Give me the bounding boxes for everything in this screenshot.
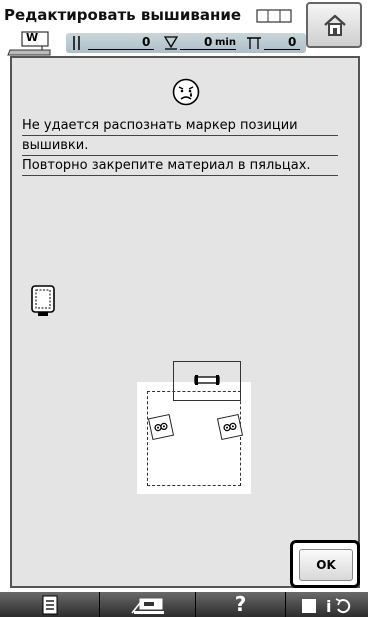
- error-line-1: Не удается распознать маркер позиции: [22, 116, 338, 136]
- presser-foot-label: W: [26, 31, 39, 44]
- header: Редактировать вышивание W 0 0 min 0: [0, 0, 368, 56]
- stitch-count-value: 0: [142, 35, 151, 49]
- home-button[interactable]: [306, 2, 362, 48]
- time-unit: min: [215, 37, 236, 48]
- sewing-guide-button[interactable]: [0, 592, 100, 617]
- error-message: Не удается распознать маркер позиции выш…: [22, 116, 338, 176]
- error-line-2: вышивки.: [22, 136, 338, 156]
- time-icon: [164, 36, 178, 50]
- ok-button-label: OK: [299, 549, 353, 581]
- position-marker-left: [147, 413, 175, 441]
- scanner-bar-icon: [194, 375, 220, 385]
- time-value: 0: [204, 35, 213, 49]
- stitch-counter-bar: 0 0 min 0: [66, 33, 306, 53]
- stitch-underline: [88, 49, 154, 50]
- help-label: ?: [234, 592, 247, 616]
- sewing-machine-icon: [131, 598, 164, 614]
- svg-text:i: i: [326, 597, 331, 615]
- help-button[interactable]: ?: [196, 592, 286, 617]
- home-icon: [324, 14, 346, 36]
- hoop-size-icon: [256, 9, 292, 23]
- bottom-toolbar: ? i: [0, 592, 368, 617]
- position-marker-right: [216, 413, 244, 441]
- ok-button[interactable]: OK: [290, 540, 360, 588]
- color-underline: [264, 49, 300, 50]
- info-icon: i: [302, 597, 351, 615]
- time-underline: [180, 49, 236, 50]
- position-marker-icon: [223, 422, 237, 432]
- stitch-count-icon: [73, 36, 80, 50]
- document-icon: [42, 595, 58, 615]
- embroidery-frame-icon: [31, 285, 55, 316]
- error-line-3: Повторно закрепите материал в пяльцах.: [22, 156, 338, 176]
- color-change-value: 0: [288, 35, 297, 49]
- camera-scan-frame: [173, 361, 241, 401]
- machine-settings-button[interactable]: [100, 592, 196, 617]
- color-change-icon: [247, 37, 261, 49]
- position-marker-icon: [154, 422, 168, 432]
- info-button[interactable]: i: [286, 592, 368, 617]
- page-title: Редактировать вышивание: [4, 6, 242, 24]
- sad-face-icon: [172, 78, 200, 106]
